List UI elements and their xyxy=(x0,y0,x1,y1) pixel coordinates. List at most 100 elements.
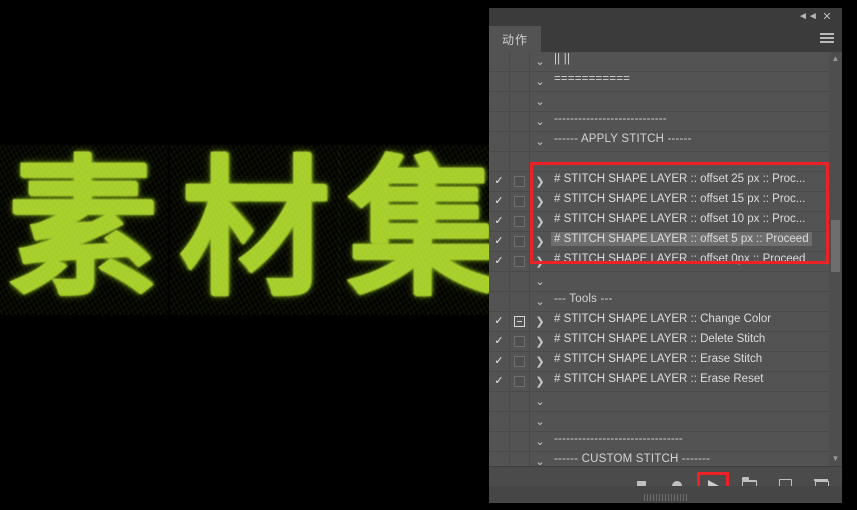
action-row[interactable]: ⌄=========== xyxy=(489,72,842,92)
action-row-label: # STITCH SHAPE LAYER :: Change Color xyxy=(551,312,842,331)
scroll-up-icon[interactable]: ▲ xyxy=(829,52,842,66)
action-row-label xyxy=(551,413,842,431)
chevron-down-icon[interactable]: ⌄ xyxy=(529,155,551,168)
dialog-toggle-icon xyxy=(514,376,525,387)
action-row[interactable]: ✓❯# STITCH SHAPE LAYER :: offset 15 px :… xyxy=(489,192,842,212)
action-row[interactable]: ✓ ❯# STITCH SHAPE LAYER :: Erase Reset xyxy=(489,372,842,392)
toggle-on-checkmark-icon[interactable]: ✓ xyxy=(489,316,509,327)
chevron-down-icon[interactable]: ⌄ xyxy=(529,75,551,88)
action-row[interactable]: ⌄-------------------------------- xyxy=(489,432,842,452)
chevron-down-icon[interactable]: ⌄ xyxy=(529,55,551,68)
artwork-glyph-2: 材 xyxy=(180,155,330,305)
action-row-label: -------------------------------- xyxy=(551,432,842,451)
toggle-on-checkmark-icon[interactable]: ✓ xyxy=(489,216,509,227)
dialog-toggle-cell[interactable] xyxy=(509,376,529,387)
chevron-down-icon[interactable]: ⌄ xyxy=(529,115,551,128)
collapse-panel-icon[interactable]: ◄◄ xyxy=(798,10,814,24)
action-row-label: # STITCH SHAPE LAYER :: Erase Stitch xyxy=(551,352,842,371)
chevron-right-icon[interactable]: ❯ xyxy=(529,375,551,388)
actions-scrollbar[interactable]: ▲ ▼ xyxy=(829,52,842,466)
tab-actions[interactable]: 动作 xyxy=(489,26,541,52)
panel-titlebar: ◄◄ ✕ xyxy=(489,8,842,26)
dialog-toggle-icon xyxy=(514,256,525,267)
action-row-label: # STITCH SHAPE LAYER :: Erase Reset xyxy=(551,372,842,391)
action-row[interactable]: ✓❯# STITCH SHAPE LAYER :: offset 10 px :… xyxy=(489,212,842,232)
action-row-label: =========== xyxy=(551,72,842,91)
action-row-text: # STITCH SHAPE LAYER :: offset 25 px :: … xyxy=(551,172,808,186)
action-row[interactable]: ✓ ❯# STITCH SHAPE LAYER :: Change Color xyxy=(489,312,842,332)
action-row[interactable]: ⌄------ CUSTOM STITCH ------- xyxy=(489,452,842,466)
action-row-label: --- Tools --- xyxy=(551,292,842,311)
toggle-on-checkmark-icon[interactable]: ✓ xyxy=(489,356,509,367)
action-row-text: ---------------------------- xyxy=(551,112,670,126)
action-row[interactable]: ⌄|| || xyxy=(489,52,842,72)
toggle-on-checkmark-icon[interactable]: ✓ xyxy=(489,376,509,387)
dialog-toggle-cell[interactable] xyxy=(509,216,529,227)
action-row-text: # STITCH SHAPE LAYER :: Erase Stitch xyxy=(551,352,765,366)
dialog-toggle-cell[interactable] xyxy=(509,256,529,267)
chevron-right-icon[interactable]: ❯ xyxy=(529,335,551,348)
action-row[interactable]: ⌄ xyxy=(489,392,842,412)
chevron-right-icon[interactable]: ❯ xyxy=(529,195,551,208)
dialog-toggle-icon xyxy=(514,176,525,187)
action-row-text: # STITCH SHAPE LAYER :: Delete Stitch xyxy=(551,332,768,346)
toggle-on-checkmark-icon[interactable]: ✓ xyxy=(489,176,509,187)
document-canvas[interactable]: 素 材 集 xyxy=(0,0,489,510)
action-row-label xyxy=(551,153,842,171)
chevron-down-icon[interactable]: ⌄ xyxy=(529,135,551,148)
action-row-text: -------------------------------- xyxy=(551,432,686,446)
panel-resize-footer[interactable] xyxy=(489,486,842,503)
scroll-down-icon[interactable]: ▼ xyxy=(829,452,842,466)
action-row-label xyxy=(551,273,842,291)
action-row-label: # STITCH SHAPE LAYER :: Delete Stitch xyxy=(551,332,842,351)
action-row-text: # STITCH SHAPE LAYER :: offset 5 px :: P… xyxy=(551,232,812,246)
toggle-on-checkmark-icon[interactable]: ✓ xyxy=(489,256,509,267)
scrollbar-thumb[interactable] xyxy=(831,220,840,272)
chevron-right-icon[interactable]: ❯ xyxy=(529,355,551,368)
chevron-right-icon[interactable]: ❯ xyxy=(529,235,551,248)
dialog-toggle-cell[interactable] xyxy=(509,176,529,187)
resize-grip-icon[interactable] xyxy=(644,494,688,501)
action-row[interactable]: ✓ ❯# STITCH SHAPE LAYER :: offset 25 px :… xyxy=(489,172,842,192)
dialog-toggle-cell[interactable] xyxy=(509,316,529,327)
artwork-text: 素 材 集 xyxy=(8,140,488,320)
chevron-down-icon[interactable]: ⌄ xyxy=(529,395,551,408)
modal-dialog-icon xyxy=(514,316,525,327)
dialog-toggle-cell[interactable] xyxy=(509,236,529,247)
toggle-on-checkmark-icon[interactable]: ✓ xyxy=(489,196,509,207)
dialog-toggle-icon xyxy=(514,356,525,367)
chevron-down-icon[interactable]: ⌄ xyxy=(529,275,551,288)
toggle-on-checkmark-icon[interactable]: ✓ xyxy=(489,236,509,247)
close-icon[interactable]: ✕ xyxy=(819,10,835,24)
chevron-right-icon[interactable]: ❯ xyxy=(529,255,551,268)
chevron-right-icon[interactable]: ❯ xyxy=(529,215,551,228)
actions-list[interactable]: ⌄|| ||⌄===========⌄⌄--------------------… xyxy=(489,52,842,466)
chevron-down-icon[interactable]: ⌄ xyxy=(529,95,551,108)
chevron-down-icon[interactable]: ⌄ xyxy=(529,295,551,308)
action-row[interactable]: ✓ ❯# STITCH SHAPE LAYER :: Delete Stitch xyxy=(489,332,842,352)
chevron-down-icon[interactable]: ⌄ xyxy=(529,455,551,466)
chevron-down-icon[interactable]: ⌄ xyxy=(529,435,551,448)
action-row[interactable]: ✓❯# STITCH SHAPE LAYER :: offset 0px :: … xyxy=(489,252,842,272)
panel-menu-icon[interactable] xyxy=(820,33,834,45)
action-row[interactable]: ⌄------ APPLY STITCH ------ xyxy=(489,132,842,152)
artwork-glyph-1: 素 xyxy=(8,155,158,305)
dialog-toggle-cell[interactable] xyxy=(509,356,529,367)
action-row[interactable]: ⌄ xyxy=(489,272,842,292)
action-row[interactable]: ⌄--- Tools --- xyxy=(489,292,842,312)
action-row[interactable]: ⌄ xyxy=(489,152,842,172)
toggle-on-checkmark-icon[interactable]: ✓ xyxy=(489,336,509,347)
dialog-toggle-icon xyxy=(514,216,525,227)
dialog-toggle-cell[interactable] xyxy=(509,196,529,207)
chevron-down-icon[interactable]: ⌄ xyxy=(529,415,551,428)
action-row[interactable]: ⌄---------------------------- xyxy=(489,112,842,132)
action-row[interactable]: ✓ ❯# STITCH SHAPE LAYER :: offset 5 px ::… xyxy=(489,232,842,252)
dialog-toggle-cell[interactable] xyxy=(509,336,529,347)
action-row[interactable]: ✓ ❯# STITCH SHAPE LAYER :: Erase Stitch xyxy=(489,352,842,372)
action-row-label: ---------------------------- xyxy=(551,112,842,131)
action-row[interactable]: ⌄ xyxy=(489,412,842,432)
action-row-text: ------ APPLY STITCH ------ xyxy=(551,132,695,146)
chevron-right-icon[interactable]: ❯ xyxy=(529,315,551,328)
chevron-right-icon[interactable]: ❯ xyxy=(529,175,551,188)
action-row[interactable]: ⌄ xyxy=(489,92,842,112)
